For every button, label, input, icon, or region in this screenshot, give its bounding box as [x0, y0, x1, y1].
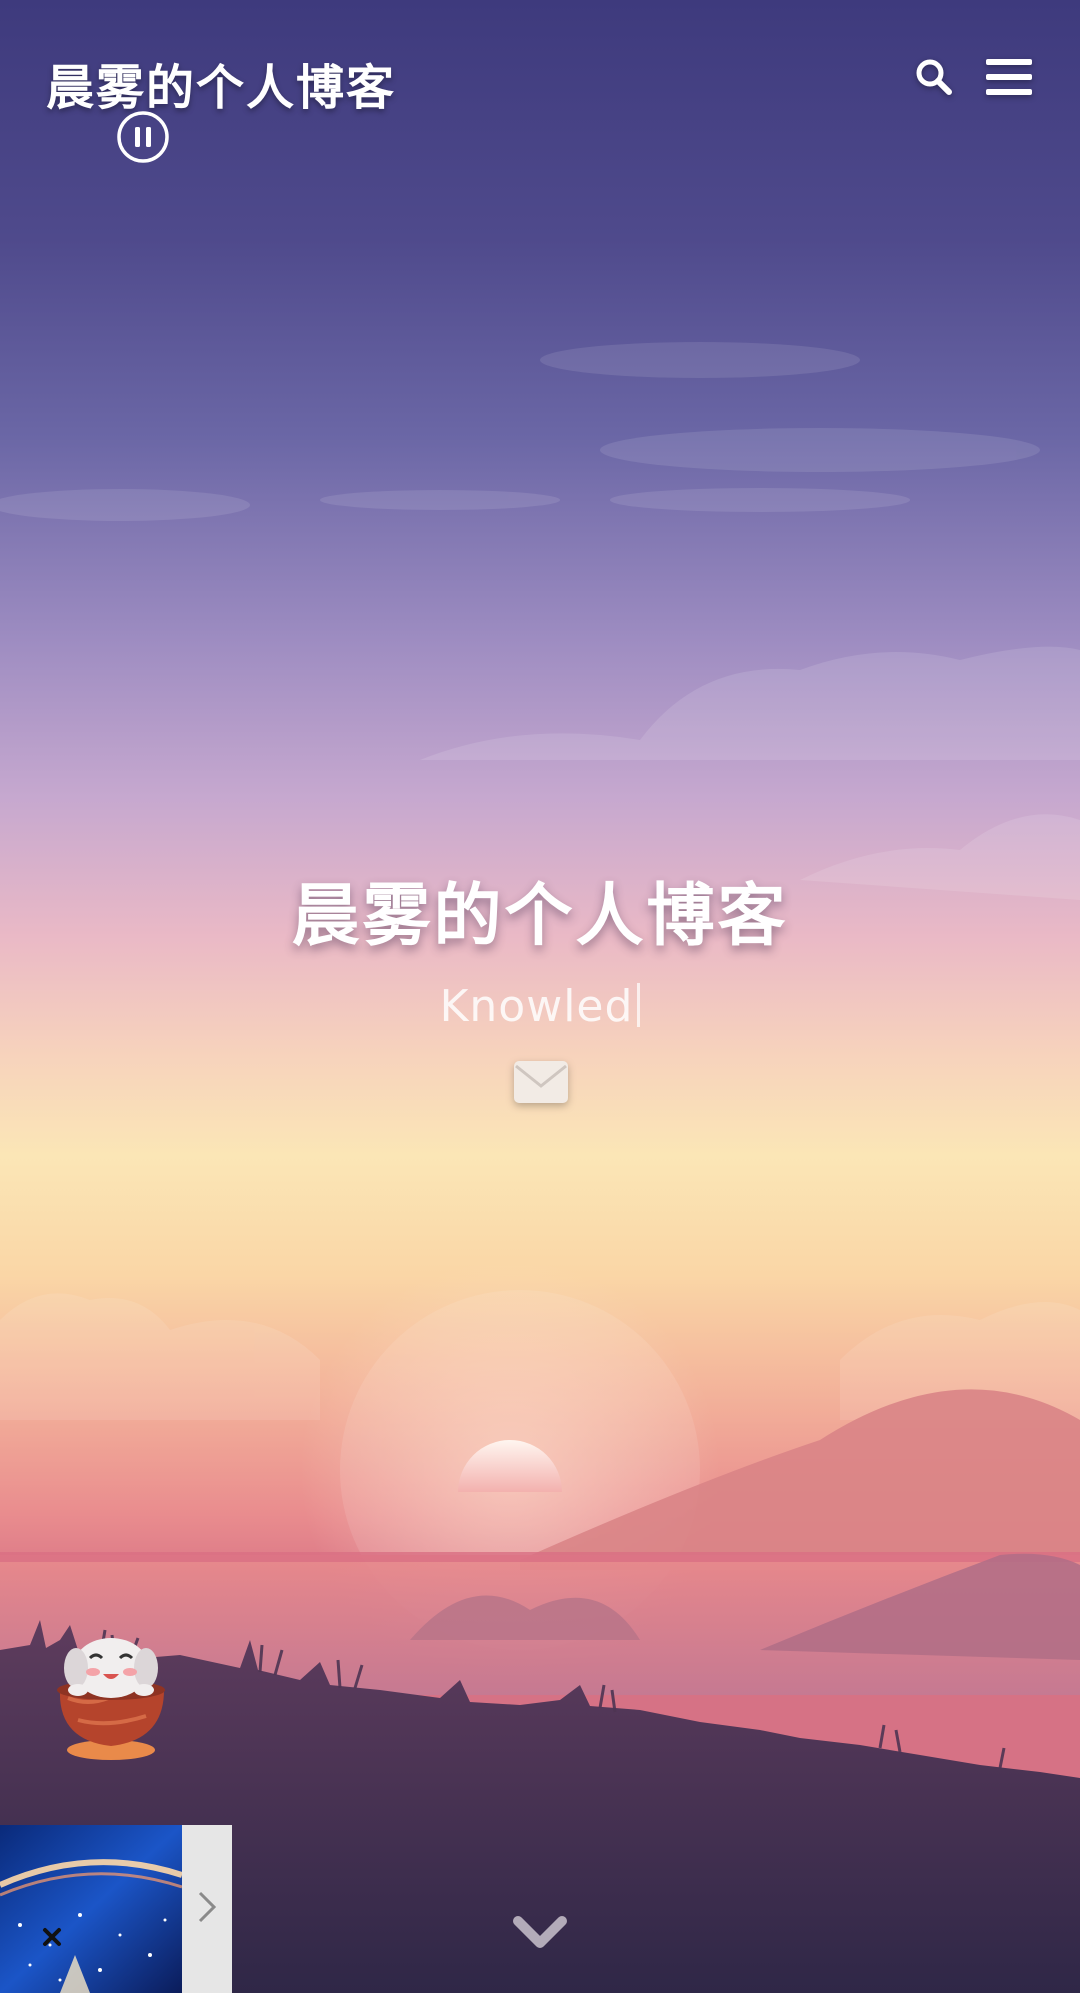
mascot-widget[interactable] [48, 1628, 178, 1763]
email-button[interactable] [513, 1060, 569, 1104]
player-close-button[interactable] [40, 1925, 64, 1949]
play-pause-button[interactable] [116, 110, 170, 164]
scroll-down-button[interactable] [512, 1913, 568, 1951]
close-icon [40, 1928, 64, 1953]
chevron-down-icon [512, 1916, 568, 1955]
site-title[interactable]: 晨雾的个人博客 [46, 48, 396, 118]
player-expand-button[interactable] [182, 1825, 232, 1993]
chevron-right-icon [196, 1889, 218, 1929]
album-cover[interactable] [0, 1825, 182, 1993]
hero-subtitle: Knowled [0, 981, 1080, 1032]
search-icon [914, 57, 954, 97]
typing-text: Knowled [439, 981, 634, 1032]
mail-icon [513, 1060, 569, 1104]
pause-icon [116, 111, 170, 168]
typing-caret [637, 983, 641, 1027]
menu-button[interactable] [979, 50, 1039, 104]
hero-section: 晨雾的个人博客 Knowled [0, 860, 1080, 1032]
hero-title: 晨雾的个人博客 [291, 877, 789, 956]
music-player [0, 1825, 232, 1993]
search-button[interactable] [907, 50, 961, 104]
menu-icon [986, 57, 1032, 97]
